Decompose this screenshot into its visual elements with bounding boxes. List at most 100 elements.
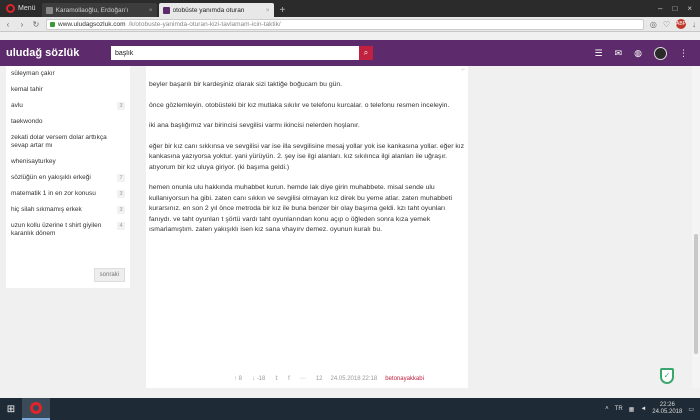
upvote-button[interactable]: ↑ 8 (234, 376, 242, 382)
volume-icon[interactable]: ◄ (640, 406, 646, 412)
sidebar-item-label: uzun kollu üzerine t shirt giyilen karan… (11, 222, 102, 237)
entry-paragraph: hemen onunla ulu hakkında muhabbet kurun… (149, 184, 452, 233)
upvote-count: 8 (238, 375, 243, 382)
network-icon[interactable]: ▦ (629, 406, 635, 413)
browser-menu-button[interactable]: Menü (0, 0, 42, 17)
page-scrollbar[interactable] (692, 66, 700, 388)
address-bar: ‹ › ↻ www.uludagsozluk.com/k/otobuste-ya… (0, 17, 700, 32)
sidebar-item[interactable]: hiç silah sıkmamış erkek 3 (11, 206, 125, 214)
search-form: ⌕ (111, 46, 373, 60)
close-window-icon[interactable]: × (687, 4, 692, 13)
sidebar-item[interactable]: matematik 1 in en zor konusu 3 (11, 190, 125, 198)
shield-icon[interactable]: ✓ (660, 368, 674, 384)
sidebar-item-label: süleyman çakır (11, 70, 55, 77)
entry-count-badge: 3 (117, 206, 125, 214)
maximize-icon[interactable]: □ (672, 4, 677, 13)
close-tab-icon[interactable]: × (149, 7, 153, 14)
collapse-icon[interactable]: ⌐ (461, 67, 465, 73)
more-options-icon[interactable]: ⋯ (300, 375, 306, 382)
sidebar-item[interactable]: whenisayturkey (11, 158, 125, 166)
sidebar-item-label: matematik 1 in en zor konusu (11, 190, 96, 197)
sidebar-item[interactable]: zekati dolar versem dolar arttıkça sevap… (11, 134, 125, 150)
entry-footer: ↑ 8 ↓ -18 𝕥 f ⋯ 12 24.05.2018 22:18 beto… (146, 375, 468, 383)
next-page-button[interactable]: sonraki (93, 268, 125, 282)
globe-icon[interactable]: ◍ (634, 48, 642, 59)
sidebar-item-label: zekati dolar versem dolar arttıkça sevap… (11, 134, 107, 149)
opera-browser-icon (30, 402, 42, 414)
browser-tab-bar: Menü Karamollaoğlu, Erdoğan'ı × otobüste… (0, 0, 700, 17)
site-header: uludağ sözlük ⌕ ☰ ✉ ◍ ⋮ (0, 40, 700, 66)
twitter-share-icon[interactable]: 𝕥 (275, 375, 278, 382)
close-tab-icon[interactable]: × (266, 7, 270, 14)
site-logo[interactable]: uludağ sözlük (6, 47, 106, 59)
entry-count-badge: 7 (117, 174, 125, 182)
page-top-strip (0, 32, 700, 40)
url-domain: www.uludagsozluk.com (58, 20, 126, 28)
adblock-extension-icon[interactable]: ABP (676, 19, 686, 29)
menu-icon[interactable]: ⋮ (679, 48, 688, 59)
scrollbar-thumb[interactable] (694, 234, 698, 354)
sidebar-item[interactable]: avlu 3 (11, 102, 125, 110)
search-input[interactable] (111, 46, 359, 60)
clock-time: 22:26 (659, 402, 675, 408)
notifications-icon[interactable]: ☰ (595, 48, 603, 59)
clock[interactable]: 22:26 24.05.2018 (652, 402, 682, 416)
sidebar-topic-list: süleyman çakır kemal tahir avlu 3 taekwon… (6, 66, 130, 288)
search-icon: ⌕ (363, 48, 369, 57)
bookmark-heart-icon[interactable]: ♡ (663, 20, 670, 29)
sidebar-item-label: hiç silah sıkmamış erkek (11, 206, 82, 213)
language-indicator[interactable]: TR (615, 406, 623, 412)
entry-count-badge: 4 (117, 222, 125, 230)
avatar[interactable] (654, 46, 667, 60)
snapshot-icon[interactable]: ◎ (650, 20, 657, 29)
forward-icon[interactable]: › (18, 20, 26, 29)
sidebar-item[interactable]: uzun kollu üzerine t shirt giyilen karan… (11, 222, 125, 238)
tray-arrow-icon[interactable]: ˄ (605, 406, 609, 412)
os-taskbar: ⊞ ˄ TR ▦ ◄ 22:26 24.05.2018 ▭ (0, 398, 700, 420)
header-icons: ☰ ✉ ◍ ⋮ (595, 46, 694, 60)
system-tray: ˄ TR ▦ ◄ 22:26 24.05.2018 ▭ (605, 402, 700, 416)
entry-author[interactable]: betonayakkabi (385, 376, 424, 382)
entry-paragraph: önce gözlemleyin. otobüsteki bir kız mut… (149, 101, 450, 109)
sidebar-item-label: taekwondo (11, 118, 43, 125)
tab-karamollaoglu[interactable]: Karamollaoğlu, Erdoğan'ı × (41, 3, 157, 17)
entry-content: ⌐ beyler başarılı bir kardeşiniz olarak … (146, 66, 468, 388)
entry-date[interactable]: 24.05.2018 22:18 (331, 376, 378, 382)
taskbar-opera-app[interactable] (22, 398, 50, 420)
reload-icon[interactable]: ↻ (32, 20, 40, 29)
sidebar-item-label: avlu (11, 102, 23, 109)
address-bar-actions: ◎ ♡ ABP ↓ (650, 19, 696, 29)
windows-start-icon[interactable]: ⊞ (0, 398, 22, 420)
entry-count-badge: 3 (117, 190, 125, 198)
entry-actions: ↑ 8 ↓ -18 𝕥 f ⋯ 12 (234, 375, 323, 383)
search-button[interactable]: ⌕ (359, 46, 373, 60)
sidebar-item[interactable]: taekwondo (11, 118, 125, 126)
entry-number[interactable]: 12 (316, 376, 323, 382)
sidebar-item[interactable]: kemal tahir (11, 86, 125, 94)
minimize-icon[interactable]: – (658, 4, 662, 13)
back-icon[interactable]: ‹ (4, 20, 12, 29)
downvote-button[interactable]: ↓ -18 (252, 376, 265, 382)
download-icon[interactable]: ↓ (692, 20, 696, 29)
facebook-share-icon[interactable]: f (288, 376, 290, 382)
url-path: /k/otobuste-yanimda-oturan-kizi-tavlamam… (128, 20, 281, 28)
opera-logo-icon (6, 4, 15, 13)
clock-date: 24.05.2018 (652, 409, 683, 415)
favicon-icon (162, 6, 170, 14)
tab-title: otobüste yanımda oturan (172, 6, 245, 14)
lock-icon (50, 21, 55, 27)
sidebar-item[interactable]: süleyman çakır (11, 70, 125, 78)
tab-otobuste[interactable]: otobüste yanımda oturan × (158, 3, 274, 17)
new-tab-button[interactable]: + (276, 3, 290, 17)
favicon-icon (45, 6, 53, 14)
window-controls: – □ × (658, 0, 700, 17)
downvote-count: -18 (256, 375, 266, 382)
notification-center-icon[interactable]: ▭ (688, 406, 694, 413)
menu-label: Menü (18, 5, 36, 12)
messages-icon[interactable]: ✉ (615, 48, 623, 59)
entry-paragraph: eğer bir kız canı sıkkınsa ve sevgilisi … (149, 142, 465, 171)
sidebar-item[interactable]: sözlüğün en yakışıklı erkeği 7 (11, 174, 125, 182)
sidebar-item-label: kemal tahir (11, 86, 43, 93)
url-input[interactable]: www.uludagsozluk.com/k/otobuste-yanimda-… (46, 18, 644, 30)
entry-count-badge: 3 (117, 102, 125, 110)
